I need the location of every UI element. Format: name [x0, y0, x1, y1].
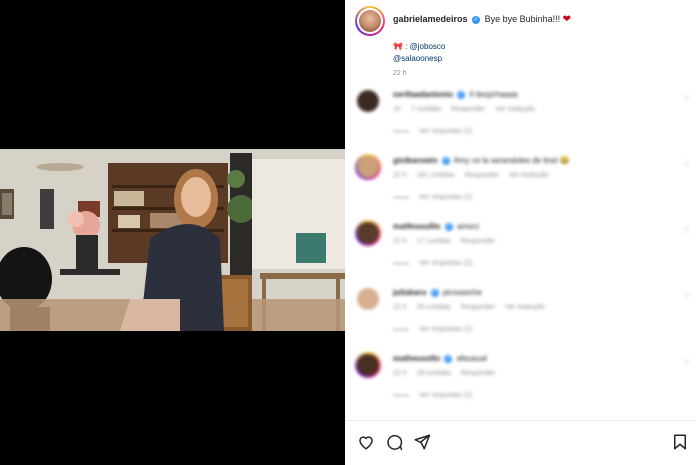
verified-badge-icon: ✓: [444, 222, 453, 231]
view-replies-label: Ver respostas (1): [419, 392, 473, 399]
list-item: nerifaadantonio ✓ Il tiezprhaaaa 1h 7 cur…: [355, 84, 690, 150]
comment-username[interactable]: juliabaru: [393, 288, 426, 297]
translate-button[interactable]: Ver tradução: [509, 172, 549, 179]
credit-hair-text[interactable]: : @jobosco: [405, 42, 445, 51]
media-pane: [0, 0, 345, 464]
translate-button[interactable]: Ver tradução: [505, 304, 545, 311]
comment-avatar[interactable]: [355, 352, 381, 378]
comment-username[interactable]: ginikarowin: [393, 156, 437, 165]
comment-likes[interactable]: 28 curtidas: [417, 370, 451, 377]
bookmark-icon[interactable]: [671, 433, 689, 451]
emoji-icon: 😂: [559, 156, 570, 165]
view-replies-button[interactable]: Ver respostas (1): [393, 392, 472, 399]
comment-text: Amy ce la serandoles de linst: [453, 156, 558, 165]
list-item: matheusollo ✓ afausual 22 h 28 curtidas Re…: [355, 348, 690, 414]
comment-avatar[interactable]: [355, 286, 381, 312]
reply-button[interactable]: Responder: [465, 172, 499, 179]
comment-avatar[interactable]: [355, 88, 381, 114]
view-replies-label: Ver respostas (2): [419, 260, 473, 267]
post-caption: gabrielamedeiros ✓ Bye bye Bubinha!!! ❤: [393, 14, 571, 25]
post-actions-bar: [345, 420, 696, 465]
author-avatar[interactable]: [355, 6, 385, 36]
list-item: ginikarowin ✓ Amy ce la serandoles de li…: [355, 150, 690, 216]
red-heart-icon: ❤: [562, 14, 572, 25]
comment-likes[interactable]: 161 curtidas: [417, 172, 455, 179]
comment-like-icon[interactable]: ♡: [683, 292, 690, 301]
post-header: gabrielamedeiros ✓ Bye bye Bubinha!!! ❤ …: [355, 6, 690, 77]
comment-username[interactable]: matfeooulllo: [393, 222, 441, 231]
verified-badge-icon: ✓: [441, 156, 450, 165]
view-replies-button[interactable]: Ver respostas (2): [393, 260, 472, 267]
view-replies-label: Ver respostas (1): [419, 326, 473, 333]
comment-likes[interactable]: 7 curtidas: [411, 106, 441, 113]
comment-avatar[interactable]: [355, 154, 381, 180]
comment-time: 22 h: [393, 238, 407, 245]
comment-avatar[interactable]: [355, 220, 381, 246]
post-photo[interactable]: [0, 149, 345, 331]
comment-time: 22 h: [393, 304, 407, 311]
verified-badge-icon: ✓: [444, 354, 453, 363]
comment-meta: 22 h 161 curtidas Responder Ver tradução: [393, 172, 559, 179]
view-replies-label: Ver respostas (1): [419, 194, 473, 201]
comment-like-icon[interactable]: ♡: [683, 358, 690, 367]
verified-badge-icon: ✓: [472, 15, 481, 24]
comments-panel: gabrielamedeiros ✓ Bye bye Bubinha!!! ❤ …: [345, 0, 696, 465]
comment-meta: 1h 7 curtidas Responder Ver tradução: [393, 106, 545, 113]
comment-time: 1h: [393, 106, 401, 113]
comment-username[interactable]: matheusollo: [393, 354, 440, 363]
reply-button[interactable]: Responder: [461, 304, 495, 311]
reply-button[interactable]: Responder: [461, 238, 495, 245]
comment-likes[interactable]: 28 curtidas: [417, 304, 451, 311]
credit-salon[interactable]: @salaoonesp: [393, 54, 442, 63]
credit-hair: 🎀 : @jobosco: [393, 42, 445, 51]
view-replies-button[interactable]: Ver respostas (1): [393, 128, 472, 135]
caption-text: Bye bye Bubinha!!!: [484, 14, 561, 24]
author-username[interactable]: gabrielamedeiros: [393, 14, 468, 24]
room-scene: [0, 149, 345, 331]
comment-meta: 22 h 17 curtidas Responder: [393, 238, 505, 245]
comment-likes[interactable]: 17 curtidas: [417, 238, 451, 245]
comment-like-icon[interactable]: ♡: [683, 226, 690, 235]
comment-text: afausual: [456, 354, 487, 363]
comment-meta: 22 h 28 curtidas Responder: [393, 370, 505, 377]
verified-badge-icon: ✓: [457, 90, 466, 99]
comment-text: amorz: [457, 222, 480, 231]
comment-time: 22 h: [393, 370, 407, 377]
view-replies-button[interactable]: Ver respostas (1): [393, 194, 472, 201]
comment-like-icon[interactable]: ♡: [683, 160, 690, 169]
verified-badge-icon: ✓: [430, 288, 439, 297]
view-replies-button[interactable]: Ver respostas (1): [393, 326, 472, 333]
reply-button[interactable]: Responder: [461, 370, 495, 377]
list-item: juliabaru ✓ pirosaoche 22 h 28 curtidas Re…: [355, 282, 690, 348]
reply-button[interactable]: Responder: [451, 106, 485, 113]
comment-meta: 22 h 28 curtidas Responder Ver tradução: [393, 304, 555, 311]
ribbon-icon: 🎀: [393, 42, 403, 51]
list-item: matfeooulllo ✓ amorz 22 h 17 curtidas Resp…: [355, 216, 690, 282]
post-time[interactable]: 22 h: [393, 70, 407, 77]
comment-text: pirosaoche: [442, 288, 482, 297]
comment-bubble-icon[interactable]: [385, 433, 403, 451]
comment-time: 22 h: [393, 172, 407, 179]
comment-like-icon[interactable]: ♡: [683, 94, 690, 103]
comment-text: Il tiezprhaaaa: [469, 90, 518, 99]
paper-plane-icon[interactable]: [413, 433, 431, 451]
comment-username[interactable]: nerifaadantonio: [393, 90, 453, 99]
heart-outline-icon[interactable]: [357, 433, 375, 451]
view-replies-label: Ver respostas (1): [419, 128, 473, 135]
translate-button[interactable]: Ver tradução: [495, 106, 535, 113]
